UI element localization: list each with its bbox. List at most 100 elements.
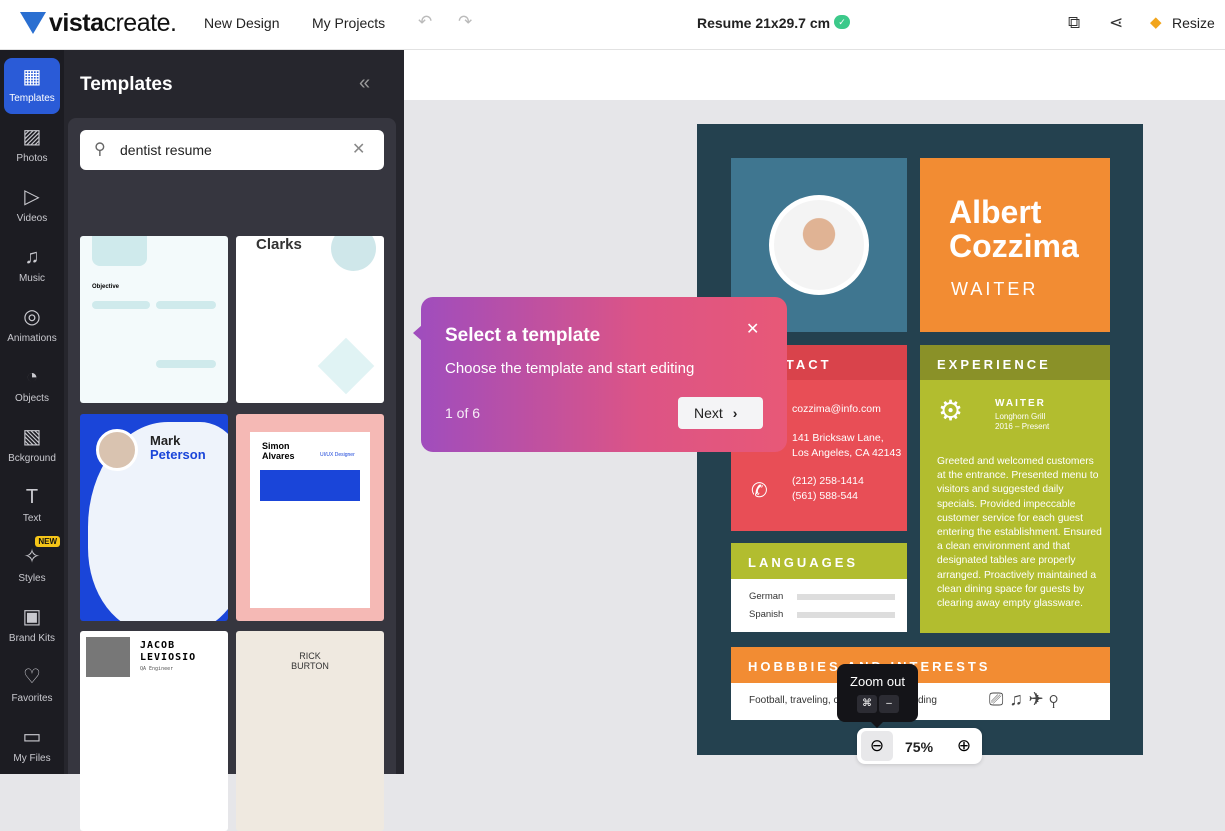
languages-heading: LANGUAGES xyxy=(731,543,907,579)
hobbies-heading: HOBBBIES AND INTERESTS xyxy=(731,647,1110,683)
search-icon: ⚲ xyxy=(94,141,106,158)
language-name: Spanish xyxy=(749,609,784,620)
sidebar-item-my-files[interactable]: ▭ My Files xyxy=(4,718,60,774)
zoom-out-icon[interactable]: ⊖ xyxy=(861,731,893,761)
cloud-saved-icon: ✓ xyxy=(834,15,850,29)
thumb-text: Peterson xyxy=(150,447,206,462)
sidebar-item-photos[interactable]: ▨ Photos xyxy=(4,118,60,174)
diamond-icon: ◆ xyxy=(1150,14,1162,31)
template-list[interactable]: Objective Clarks Mark Peterson Simon Alvar… xyxy=(68,118,396,831)
zoom-control: ⊖ 75% ⊕ xyxy=(857,728,982,764)
language-level-bar xyxy=(797,612,895,618)
favorites-icon: ♡ xyxy=(23,666,41,688)
template-thumbnail[interactable]: RICK BURTON xyxy=(236,631,384,831)
next-button[interactable]: Next › xyxy=(678,397,763,429)
phone-text: (212) 258-1414 xyxy=(792,475,864,487)
thumb-text: JACOB xyxy=(140,640,176,651)
sidebar-item-text[interactable]: T Text xyxy=(4,478,60,534)
thumb-text: BURTON xyxy=(291,661,329,671)
template-thumbnail[interactable]: Simon Alvares UI/UX Designer xyxy=(236,414,384,621)
collapse-panel-icon[interactable]: « xyxy=(359,72,370,95)
address-line: 141 Bricksaw Lane, xyxy=(792,432,884,444)
profile-photo xyxy=(769,195,869,295)
sidebar-item-favorites[interactable]: ♡ Favorites xyxy=(4,658,60,714)
phone-text: (561) 588-544 xyxy=(792,489,858,502)
phone-icon: ✆ xyxy=(751,480,768,502)
language-name: German xyxy=(749,591,784,602)
template-thumbnail[interactable]: Objective xyxy=(80,236,228,403)
brand-kits-icon: ▣ xyxy=(22,606,42,628)
thumb-text: Clarks xyxy=(256,236,302,253)
close-icon[interactable]: ✕ xyxy=(746,319,759,339)
canvas-header-strip xyxy=(404,50,1225,100)
template-thumbnail[interactable]: JACOB LEVIOSIO QA Engineer xyxy=(80,631,228,831)
zoom-in-icon[interactable]: ⊕ xyxy=(949,731,979,761)
label: Objects xyxy=(15,393,49,404)
styles-icon: ✧ xyxy=(23,546,41,568)
sidebar-item-brand-kits[interactable]: ▣ Brand Kits xyxy=(4,598,60,654)
search-value: dentist resume xyxy=(120,142,212,158)
document-title[interactable]: Resume 21x29.7 cm xyxy=(697,15,830,31)
new-design-menu[interactable]: New Design xyxy=(204,15,279,31)
label: Photos xyxy=(16,153,48,164)
sidebar-item-videos[interactable]: ▷ Videos xyxy=(4,178,60,234)
text-icon: T xyxy=(25,486,39,508)
label: Favorites xyxy=(11,693,53,704)
comment-icon[interactable]: ⧉ xyxy=(1068,13,1080,33)
videos-icon: ▷ xyxy=(24,186,40,208)
share-icon[interactable]: ⋖ xyxy=(1109,13,1123,33)
undo-icon[interactable]: ↶ xyxy=(418,12,432,32)
sidebar-item-templates[interactable]: ▦ Templates xyxy=(4,58,60,114)
template-search-input[interactable]: ⚲ dentist resume ✕ xyxy=(80,130,384,170)
resize-button[interactable]: Resize xyxy=(1172,15,1215,31)
dates: 2016 – Present xyxy=(995,422,1050,431)
sidebar-item-music[interactable]: ♫ Music xyxy=(4,238,60,294)
name-block: Albert Cozzima WAITER xyxy=(920,158,1110,332)
template-thumbnail[interactable]: Mark Peterson xyxy=(80,414,228,621)
vistacreate-logo[interactable]: vistacreate. xyxy=(20,9,177,38)
next-label: Next xyxy=(694,405,723,421)
sidebar-item-styles[interactable]: NEW ✧ Styles xyxy=(4,536,60,594)
photos-icon: ▨ xyxy=(22,126,42,148)
first-name: Albert xyxy=(949,194,1042,230)
language-level-bar xyxy=(797,594,895,600)
top-bar: vistacreate. New Design My Projects ↶ ↷ … xyxy=(0,0,1225,50)
my-projects-menu[interactable]: My Projects xyxy=(312,15,385,31)
sidebar-item-objects[interactable]: ◔ Objects xyxy=(4,358,60,414)
label: Bckground xyxy=(8,453,56,464)
last-name: Cozzima xyxy=(949,228,1079,264)
experience-block: EXPERIENCE ⚙ WAITER Longhorn Grill 2016 –… xyxy=(920,345,1110,633)
label: Text xyxy=(22,513,42,524)
redo-icon[interactable]: ↷ xyxy=(458,12,472,32)
experience-heading: EXPERIENCE xyxy=(920,345,1110,380)
email-text: cozzima@info.com xyxy=(792,403,881,415)
thumb-text: Simon xyxy=(262,441,290,451)
onboarding-popup: Select a template Choose the template an… xyxy=(413,297,787,452)
thumb-text: Alvares xyxy=(262,451,295,461)
popup-title: Select a template xyxy=(445,325,601,346)
label: Music xyxy=(18,273,46,284)
template-thumbnail[interactable]: Clarks xyxy=(236,236,384,403)
sidebar-item-animations[interactable]: ◎ Animations xyxy=(4,298,60,354)
label: Brand Kits xyxy=(8,633,56,644)
video-camera-icon: ⎚ xyxy=(989,689,1010,709)
job-role: WAITER xyxy=(951,279,1039,299)
clear-search-icon[interactable]: ✕ xyxy=(352,139,365,159)
templates-icon: ▦ xyxy=(22,66,42,88)
my-files-icon: ▭ xyxy=(22,726,42,748)
thumb-text: RICK xyxy=(299,651,321,661)
shortcut-key: – xyxy=(879,695,899,713)
thumb-text: LEVIOSIO xyxy=(140,652,197,663)
company: Longhorn Grill xyxy=(995,412,1046,421)
airplane-icon: ✈ xyxy=(1028,689,1050,709)
label: My Files xyxy=(13,753,51,764)
thumb-text: UI/UX Designer xyxy=(320,452,355,458)
animations-icon: ◎ xyxy=(23,306,41,328)
objects-icon: ◔ xyxy=(25,366,39,388)
new-badge: NEW xyxy=(35,536,60,547)
zoom-level[interactable]: 75% xyxy=(905,739,933,755)
sidebar-item-background[interactable]: ▧ Bckground xyxy=(4,418,60,474)
gears-icon: ⚙ xyxy=(938,395,964,426)
hobbies-text: Football, traveling, c xyxy=(749,695,839,706)
label: Styles xyxy=(18,573,46,584)
